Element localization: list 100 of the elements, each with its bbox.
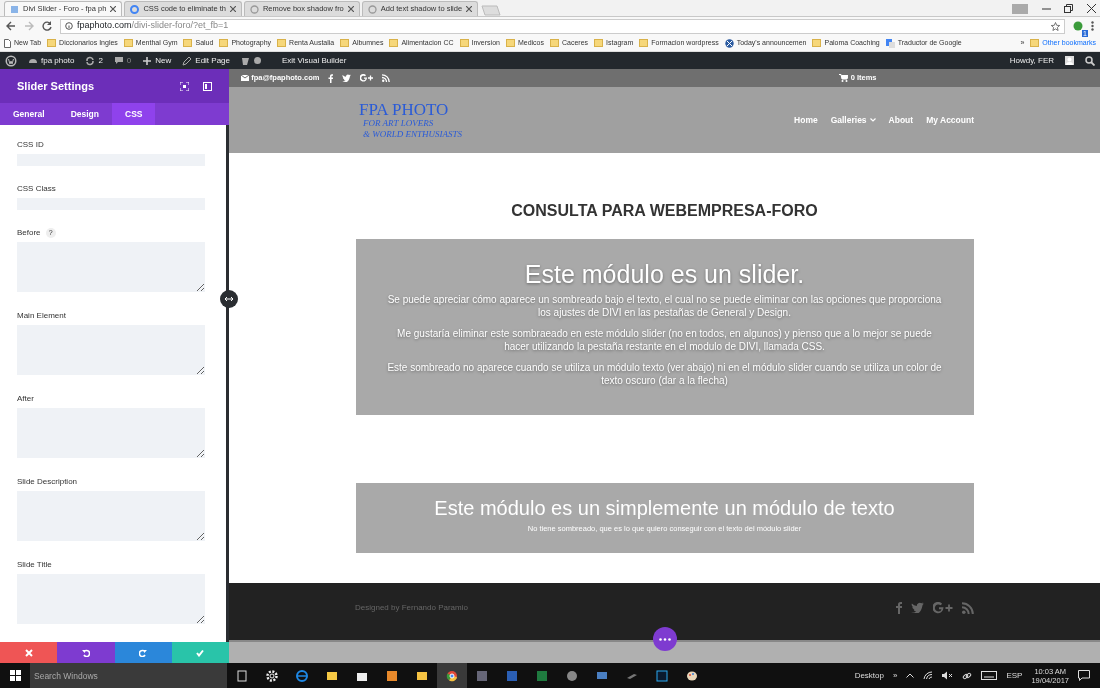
folder-icon <box>277 39 287 47</box>
toolbar-link[interactable]: New <box>155 54 172 67</box>
gear-icon[interactable] <box>266 669 278 682</box>
translate-icon <box>885 38 895 48</box>
photoshop-icon[interactable] <box>656 669 668 682</box>
resize-icon <box>224 296 234 302</box>
globe-icon <box>249 4 259 14</box>
close-icon[interactable] <box>466 6 473 12</box>
plus-icon[interactable] <box>142 55 153 66</box>
more-icon[interactable] <box>1091 21 1094 31</box>
dock-icon[interactable] <box>203 81 212 91</box>
folder-icon <box>639 39 649 47</box>
reload-icon[interactable] <box>42 21 52 31</box>
redo-icon <box>139 648 148 657</box>
settings-tab[interactable]: General <box>0 103 58 125</box>
facebook-icon[interactable] <box>895 601 902 614</box>
close-icon[interactable] <box>1086 4 1096 14</box>
site-tagline: & WORLD ENTHUSIASTS <box>362 128 463 139</box>
folder-icon <box>183 39 193 47</box>
undo-icon <box>81 648 90 657</box>
close-icon[interactable] <box>110 6 117 12</box>
fullscreen-icon[interactable] <box>180 81 189 91</box>
folder-icon <box>594 39 604 47</box>
language-label[interactable]: ESP <box>1006 669 1023 682</box>
count-label[interactable]: 2 <box>98 54 103 67</box>
folder-icon <box>219 39 229 47</box>
star-icon[interactable] <box>1051 21 1060 31</box>
close-icon[interactable] <box>347 6 354 12</box>
facebook-icon[interactable] <box>328 73 334 83</box>
chrome-icon[interactable] <box>446 669 458 682</box>
field-label: Main Element <box>17 310 66 322</box>
chevron-up-icon[interactable] <box>906 673 915 678</box>
pencil-icon[interactable] <box>182 55 193 66</box>
notification-icon[interactable] <box>1078 670 1090 681</box>
close-icon[interactable] <box>229 6 236 12</box>
media-icon[interactable] <box>386 669 398 682</box>
extension-icon[interactable] <box>1073 20 1083 31</box>
toolbar-link[interactable]: Edit Page <box>195 54 230 67</box>
field-label: CSS ID <box>17 139 44 151</box>
mail-icon[interactable] <box>416 669 428 682</box>
settings-tab[interactable]: Design <box>57 103 112 125</box>
task-view-icon[interactable] <box>236 669 248 682</box>
keyboard-icon[interactable] <box>981 671 998 680</box>
comment-icon[interactable] <box>113 55 124 66</box>
settings-tab[interactable]: CSS <box>112 103 156 125</box>
rss-icon[interactable] <box>962 601 974 614</box>
field-label: After <box>17 393 34 405</box>
folder-icon <box>550 39 559 47</box>
page-heading: CONSULTA PARA WEBEMPRESA-FORO <box>511 201 818 221</box>
search-icon[interactable] <box>1085 55 1095 66</box>
chevron-down-icon <box>869 118 876 122</box>
monitor-icon[interactable] <box>596 669 608 682</box>
url-text: fpaphoto.com/divi-slider-foro/?et_fb=1 <box>77 19 229 33</box>
greeting-link[interactable]: Howdy, FER <box>1009 54 1054 67</box>
slide-title: Este módulo es un slider. <box>523 261 806 289</box>
spreadsheet-icon[interactable] <box>536 669 548 682</box>
folder-icon <box>459 39 469 47</box>
document-icon[interactable] <box>506 669 518 682</box>
wordpress-icon[interactable] <box>5 54 17 67</box>
field-label: Slide Title <box>17 559 52 571</box>
folder-icon[interactable] <box>326 669 338 682</box>
toolbar-more-button[interactable]: » <box>893 669 898 682</box>
folder-icon <box>1030 39 1040 47</box>
toolbar-link[interactable]: Exit Visual Builder <box>282 54 347 67</box>
cancel-button[interactable] <box>0 642 58 663</box>
slide-paragraph: Este sombreado no aparece cuando se utiliza un módulo texto (ver abajo) ni en el módulo slider cuando se utiliza un color de texto oscuro (dar a la flecha) <box>386 360 943 387</box>
toolbar-link[interactable]: fpa photo <box>41 54 75 67</box>
info-icon <box>65 22 73 30</box>
cart-icon <box>839 74 849 82</box>
folder-icon <box>340 39 350 47</box>
undo-button[interactable] <box>57 642 115 663</box>
twitter-icon[interactable] <box>342 74 352 82</box>
camera-icon[interactable] <box>566 669 578 682</box>
mail-icon <box>241 75 249 81</box>
browser-icon[interactable] <box>296 669 308 682</box>
wifi-icon[interactable] <box>923 671 934 680</box>
folder-icon <box>389 39 399 47</box>
count-label[interactable]: 0 <box>126 54 132 67</box>
photo-icon[interactable] <box>476 669 488 682</box>
toolbar-label[interactable]: Desktop <box>854 669 884 682</box>
field-label: CSS Class <box>17 183 56 195</box>
yoast-icon[interactable] <box>241 55 251 66</box>
link-icon[interactable] <box>962 670 973 681</box>
palette-icon[interactable] <box>686 669 698 682</box>
address-bar[interactable]: fpaphoto.com/divi-slider-foro/?et_fb=1 <box>60 18 1065 34</box>
slide-paragraph: Me gustaría eliminar este sombraeado en este módulo slider (no en todos, en algunos) y pienso que a lo mejor se puede hacer utilizando la pestaña restante en el modulo de DIVI, llamada CSS. <box>396 326 933 353</box>
google-plus-icon[interactable] <box>360 74 374 82</box>
back-icon[interactable] <box>6 21 16 31</box>
windows-icon[interactable] <box>9 670 21 681</box>
google-icon <box>130 4 140 14</box>
field-label: Before <box>17 227 41 239</box>
mute-icon[interactable] <box>942 671 954 680</box>
search-field[interactable]: Search Windows <box>30 663 227 688</box>
twitter-icon[interactable] <box>911 602 924 613</box>
panel-title: Slider Settings <box>17 78 96 94</box>
site-tagline: FOR ART LOVERS <box>362 118 435 129</box>
google-plus-icon[interactable] <box>933 601 953 614</box>
restore-icon[interactable] <box>1064 4 1073 14</box>
ellipsis-icon <box>659 637 671 641</box>
refresh-icon[interactable] <box>85 55 96 66</box>
